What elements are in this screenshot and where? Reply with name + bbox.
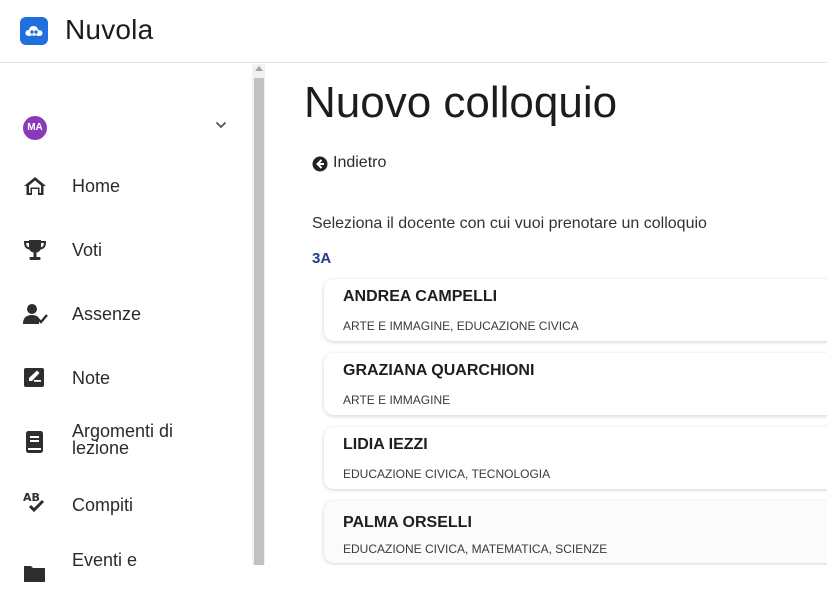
main-content: Nuovo colloquio Indietro Seleziona il do… <box>266 64 827 565</box>
sidebar-item-voti[interactable]: Voti <box>0 225 250 275</box>
user-check-icon <box>23 304 48 324</box>
scroll-up-arrow-icon[interactable] <box>255 66 263 71</box>
sidebar-item-note[interactable]: Note <box>0 353 250 403</box>
cloud-logo-icon[interactable] <box>20 17 48 45</box>
teacher-subjects: EDUCAZIONE CIVICA, TECNOLOGIA <box>343 467 551 481</box>
user-menu[interactable]: MA <box>0 104 250 148</box>
sidebar-item-compiti[interactable]: AB Compiti <box>0 480 250 530</box>
note-edit-icon <box>24 368 44 387</box>
avatar[interactable]: MA <box>23 116 47 140</box>
sidebar-item-label: Compiti <box>72 495 134 515</box>
sidebar-item-label: Assenze <box>72 304 142 324</box>
sidebar-item-home[interactable]: Home <box>0 161 250 211</box>
sidebar-item-argomenti[interactable]: Argomenti di lezione <box>0 417 250 467</box>
teacher-card[interactable]: ANDREA CAMPELLI ARTE E IMMAGINE, EDUCAZI… <box>324 279 827 341</box>
instructions-text: Seleziona il docente con cui vuoi prenot… <box>312 215 707 232</box>
app-bar: Nuvola <box>0 0 827 63</box>
teacher-card[interactable]: LIDIA IEZZI EDUCAZIONE CIVICA, TECNOLOGI… <box>324 427 827 489</box>
page-title: Nuovo colloquio <box>304 78 618 127</box>
home-icon <box>24 177 46 195</box>
teacher-name: LIDIA IEZZI <box>343 436 428 453</box>
teacher-name: PALMA ORSELLI <box>343 514 472 531</box>
sidebar-scrollbar-thumb[interactable] <box>254 78 264 565</box>
spellcheck-icon: AB <box>23 491 45 513</box>
svg-text:AB: AB <box>23 491 40 504</box>
teacher-subjects: ARTE E IMMAGINE, EDUCAZIONE CIVICA <box>343 319 579 333</box>
app-title: Nuvola <box>65 14 154 45</box>
folder-icon <box>24 566 45 582</box>
book-icon <box>26 431 43 453</box>
chevron-down-icon[interactable] <box>215 121 227 129</box>
sidebar-item-assenze[interactable]: Assenze <box>0 289 250 339</box>
class-label: 3A <box>312 250 332 267</box>
sidebar-item-label: Voti <box>72 240 103 260</box>
sidebar-item-label: Eventi e <box>72 550 138 570</box>
teacher-subjects: ARTE E IMMAGINE <box>343 393 451 407</box>
sidebar-item-label: Note <box>72 368 111 388</box>
trophy-icon <box>23 240 47 260</box>
teacher-card[interactable]: PALMA ORSELLI EDUCAZIONE CIVICA, MATEMAT… <box>324 501 827 563</box>
teacher-subjects: EDUCAZIONE CIVICA, MATEMATICA, SCIENZE <box>343 542 608 556</box>
back-label: Indietro <box>333 154 387 171</box>
teacher-card[interactable]: GRAZIANA QUARCHIONI ARTE E IMMAGINE <box>324 353 827 415</box>
teacher-name: ANDREA CAMPELLI <box>343 288 498 305</box>
sidebar-item-label: Home <box>72 176 121 196</box>
sidebar: MA Home Voti Assenze Note Argomenti di l… <box>0 64 250 582</box>
teacher-name: GRAZIANA QUARCHIONI <box>343 362 535 379</box>
arrow-circle-left-icon <box>312 156 328 172</box>
sidebar-item-eventi[interactable]: Eventi e <box>0 540 250 590</box>
sidebar-item-label: Argomenti di lezione <box>72 421 174 458</box>
